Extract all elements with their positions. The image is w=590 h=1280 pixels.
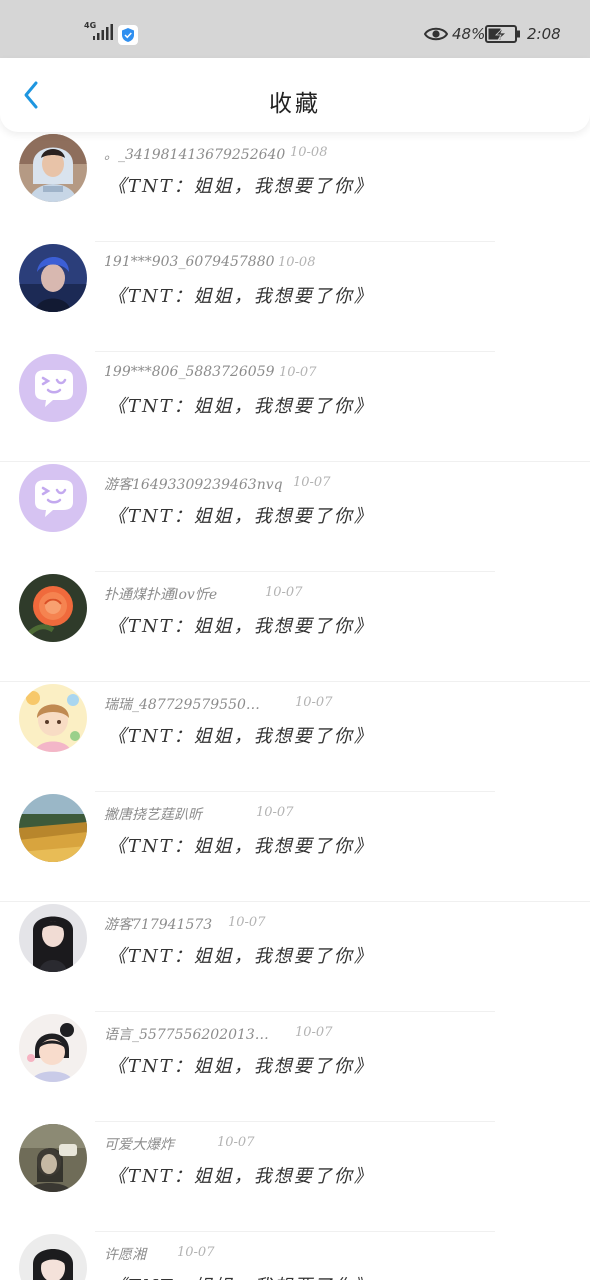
favorites-list: 。_341981413679252640 10-08 《TNT：姐姐，我想要了你…: [0, 132, 590, 1280]
avatar: [19, 244, 87, 312]
signal-icon: [93, 24, 113, 40]
avatar: [19, 684, 87, 752]
username: 语言_5577556202013…: [104, 1027, 269, 1043]
avatar: [19, 464, 87, 532]
date: 10-07: [177, 1245, 215, 1260]
date: 10-07: [293, 475, 331, 490]
username: 游客717941573: [104, 917, 213, 933]
list-item[interactable]: 扑通煤扑通lov忻e 10-07 《TNT：姐姐，我想要了你》: [0, 572, 590, 682]
header: 收藏: [0, 58, 590, 132]
date: 10-07: [295, 1025, 333, 1040]
content-title: 《TNT：姐姐，我想要了你》: [108, 176, 374, 197]
username: 。_341981413679252640: [104, 147, 286, 163]
content-title: 《TNT：姐姐，我想要了你》: [108, 836, 374, 857]
username: 瑞瑞_487729579550…: [104, 697, 260, 713]
username: 可爱大爆炸: [104, 1137, 174, 1153]
username: 撇唐挠艺莛趴昕: [104, 807, 202, 823]
list-item[interactable]: 191***903_6079457880 10-08 《TNT：姐姐，我想要了你…: [0, 242, 590, 352]
avatar: [19, 1234, 87, 1280]
avatar: [19, 1014, 87, 1082]
date: 10-07: [217, 1135, 255, 1150]
content-title: 《TNT：姐姐，我想要了你》: [108, 726, 374, 747]
list-item[interactable]: 撇唐挠艺莛趴昕 10-07 《TNT：姐姐，我想要了你》: [0, 792, 590, 902]
clock: 2:08: [527, 25, 561, 43]
avatar: [19, 904, 87, 972]
username: 许愿湘: [104, 1247, 146, 1263]
avatar: [19, 794, 87, 862]
avatar: [19, 1124, 87, 1192]
username: 游客16493309239463nvq: [104, 477, 283, 493]
status-bar: 4G 48% 2:08: [0, 0, 590, 58]
date: 10-07: [265, 585, 303, 600]
content-title: 《TNT：姐姐，我想要了你》: [108, 396, 374, 417]
date: 10-07: [228, 915, 266, 930]
avatar: [19, 134, 87, 202]
eye-icon: [424, 27, 448, 41]
list-item[interactable]: 。_341981413679252640 10-08 《TNT：姐姐，我想要了你…: [0, 132, 590, 242]
avatar: [19, 354, 87, 422]
date: 10-08: [278, 255, 316, 270]
content-title: 《TNT：姐姐，我想要了你》: [108, 1166, 374, 1187]
list-item[interactable]: 199***806_5883726059 10-07 《TNT：姐姐，我想要了你…: [0, 352, 590, 462]
content-title: 《TNT：姐姐，我想要了你》: [108, 1056, 374, 1077]
list-item[interactable]: 许愿湘 10-07 《TNT：姐姐，我想要了你》: [0, 1232, 590, 1280]
username: 191***903_6079457880: [104, 254, 275, 270]
list-item[interactable]: 游客16493309239463nvq 10-07 《TNT：姐姐，我想要了你》: [0, 462, 590, 572]
content-title: 《TNT：姐姐，我想要了你》: [108, 286, 374, 307]
list-item[interactable]: 语言_5577556202013… 10-07 《TNT：姐姐，我想要了你》: [0, 1012, 590, 1122]
username: 199***806_5883726059: [104, 364, 275, 380]
shield-icon: [118, 25, 138, 45]
content-title: 《TNT：姐姐，我想要了你》: [108, 1272, 374, 1280]
avatar: [19, 574, 87, 642]
content-title: 《TNT：姐姐，我想要了你》: [108, 506, 374, 527]
list-item[interactable]: 瑞瑞_487729579550… 10-07 《TNT：姐姐，我想要了你》: [0, 682, 590, 792]
battery-charging-icon: [485, 25, 520, 43]
content-title: 《TNT：姐姐，我想要了你》: [108, 946, 374, 967]
date: 10-07: [295, 695, 333, 710]
username: 扑通煤扑通lov忻e: [104, 587, 218, 603]
battery-percent: 48%: [452, 25, 486, 43]
page-title: 收藏: [269, 91, 321, 117]
list-item[interactable]: 可爱大爆炸 10-07 《TNT：姐姐，我想要了你》: [0, 1122, 590, 1232]
date: 10-08: [290, 145, 328, 160]
content-title: 《TNT：姐姐，我想要了你》: [108, 616, 374, 637]
date: 10-07: [256, 805, 294, 820]
list-item[interactable]: 游客717941573 10-07 《TNT：姐姐，我想要了你》: [0, 902, 590, 1012]
date: 10-07: [279, 365, 317, 380]
